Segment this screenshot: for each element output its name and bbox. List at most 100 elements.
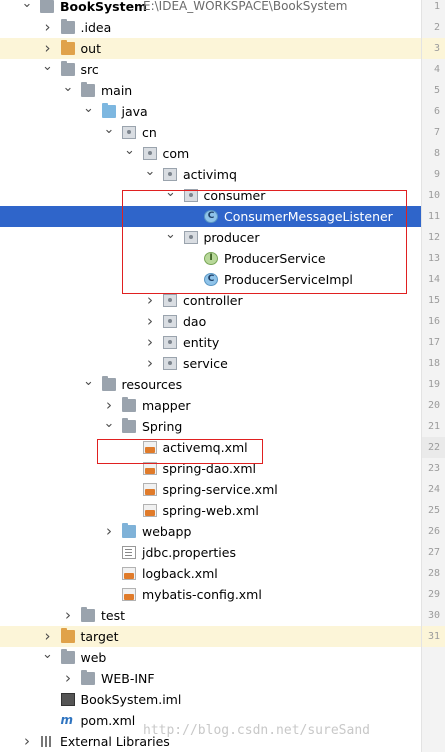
tree-row[interactable]: activemq.xml xyxy=(0,437,421,458)
tree-item-label: mybatis-config.xml xyxy=(142,587,262,602)
chevron-down-icon[interactable]: ⌄ xyxy=(164,185,178,206)
tree-row[interactable]: ⌄ com xyxy=(0,143,421,164)
chevron-down-icon[interactable]: ⌄ xyxy=(102,122,116,143)
tree-item-label: webapp xyxy=(142,524,192,539)
tree-row[interactable]: logback.xml xyxy=(0,563,421,584)
tree-item-label: java xyxy=(121,104,148,119)
tree-row[interactable]: spring-web.xml xyxy=(0,500,421,521)
class-icon: C xyxy=(204,273,218,286)
iml-file-icon xyxy=(60,693,75,706)
chevron-down-icon[interactable]: ⌄ xyxy=(82,101,96,122)
tree-item-label: service xyxy=(183,356,228,371)
tree-row[interactable]: ⌄ activimq xyxy=(0,164,421,185)
properties-file-icon xyxy=(122,546,136,559)
chevron-right-icon[interactable]: › xyxy=(143,353,157,374)
package-icon xyxy=(183,189,198,202)
tree-row[interactable]: › webapp xyxy=(0,521,421,542)
chevron-down-icon[interactable]: ⌄ xyxy=(41,59,55,80)
xml-file-icon xyxy=(142,483,157,496)
tree-row[interactable]: BookSystem.iml xyxy=(0,689,421,710)
chevron-right-icon[interactable]: › xyxy=(143,311,157,332)
chevron-down-icon[interactable]: ⌄ xyxy=(143,164,157,185)
chevron-right-icon[interactable]: › xyxy=(143,332,157,353)
tree-row[interactable]: jdbc.properties xyxy=(0,542,421,563)
tree-item-label: Spring xyxy=(142,419,183,434)
package-icon xyxy=(122,126,136,139)
tree-row[interactable]: › entity xyxy=(0,332,421,353)
package-icon xyxy=(163,357,177,370)
line-number: 5 xyxy=(433,85,440,96)
line-number: 26 xyxy=(427,526,440,537)
chevron-down-icon[interactable]: ⌄ xyxy=(41,647,55,668)
tree-row[interactable]: ⌄ Spring xyxy=(0,416,421,437)
line-number: 2 xyxy=(433,22,440,33)
line-number: 28 xyxy=(427,568,440,579)
line-number-gutter: 1 2 3 4 5 6 7 8 9 10 11 12 13 14 15 16 17 18 19 20 21 22 23 24 2… xyxy=(421,0,445,752)
tree-row[interactable]: ⌄ producer xyxy=(0,227,421,248)
tree-item-label: web xyxy=(80,650,107,665)
tree-row[interactable]: ⌄ java xyxy=(0,101,421,122)
chevron-down-icon[interactable]: ⌄ xyxy=(102,416,116,437)
package-icon xyxy=(163,168,177,181)
chevron-right-icon[interactable]: › xyxy=(41,38,55,59)
tree-row[interactable]: ⌄ web xyxy=(0,647,421,668)
tree-row[interactable]: ⌄ consumer xyxy=(0,185,421,206)
chevron-right-icon[interactable]: › xyxy=(61,605,75,626)
tree-row[interactable]: ⌄ src xyxy=(0,59,421,80)
tree-row[interactable]: › WEB-INF xyxy=(0,668,421,689)
tree-item-label: spring-web.xml xyxy=(162,503,259,518)
chevron-right-icon[interactable]: › xyxy=(41,626,55,647)
chevron-right-icon[interactable]: › xyxy=(143,290,157,311)
line-number: 19 xyxy=(427,379,440,390)
chevron-down-icon[interactable]: ⌄ xyxy=(82,374,96,395)
folder-icon xyxy=(60,649,75,664)
tree-row[interactable]: › mapper xyxy=(0,395,421,416)
chevron-down-icon[interactable]: ⌄ xyxy=(164,227,178,248)
line-number: 22 xyxy=(427,442,440,453)
chevron-right-icon[interactable]: › xyxy=(20,731,34,752)
tree-row[interactable]: spring-dao.xml xyxy=(0,458,421,479)
line-number: 7 xyxy=(433,127,440,138)
line-number: 10 xyxy=(427,190,440,201)
tree-item-label: controller xyxy=(183,293,243,308)
tree-row[interactable]: › .idea xyxy=(0,17,421,38)
tree-row[interactable]: › test xyxy=(0,605,421,626)
chevron-down-icon[interactable]: ⌄ xyxy=(61,80,75,101)
tree-row[interactable]: C ProducerServiceImpl xyxy=(0,269,421,290)
tree-row[interactable]: ⌄ cn xyxy=(0,122,421,143)
tree-item-label: entity xyxy=(183,335,220,350)
chevron-down-icon[interactable]: ⌄ xyxy=(123,143,137,164)
tree-row[interactable]: ⌄ BookSystem E:\IDEA_WORKSPACE\BookSystem xyxy=(0,0,421,17)
tree-row[interactable]: ⌄ resources xyxy=(0,374,421,395)
tree-row[interactable]: › dao xyxy=(0,311,421,332)
resources-folder-icon xyxy=(101,376,116,391)
package-icon xyxy=(163,315,177,328)
chevron-down-icon[interactable]: ⌄ xyxy=(20,0,34,17)
tree-row[interactable]: spring-service.xml xyxy=(0,479,421,500)
line-number: 8 xyxy=(433,148,440,159)
tree-item-label: activimq xyxy=(183,167,237,182)
chevron-right-icon[interactable]: › xyxy=(102,521,116,542)
tree-row[interactable]: C ConsumerMessageListener xyxy=(0,206,421,227)
line-number: 6 xyxy=(433,106,440,117)
folder-icon xyxy=(122,397,136,412)
line-number: 1 xyxy=(433,1,440,12)
line-number: 13 xyxy=(427,253,440,264)
chevron-right-icon[interactable]: › xyxy=(61,668,75,689)
tree-item-label: producer xyxy=(203,230,260,245)
chevron-right-icon[interactable]: › xyxy=(41,17,55,38)
chevron-right-icon[interactable]: › xyxy=(102,395,116,416)
tree-row[interactable]: › out xyxy=(0,38,421,59)
folder-icon xyxy=(60,61,75,76)
tree-item-label: com xyxy=(162,146,190,161)
tree-row[interactable]: › controller xyxy=(0,290,421,311)
tree-item-label: target xyxy=(80,629,119,644)
tree-row[interactable]: mybatis-config.xml xyxy=(0,584,421,605)
tree-row[interactable]: › service xyxy=(0,353,421,374)
tree-row[interactable]: ⌄ main xyxy=(0,80,421,101)
tree-row[interactable]: › target xyxy=(0,626,421,647)
tree-row[interactable]: I ProducerService xyxy=(0,248,421,269)
folder-icon xyxy=(81,82,95,97)
tree-item-label: resources xyxy=(121,377,183,392)
line-number: 30 xyxy=(427,610,440,621)
